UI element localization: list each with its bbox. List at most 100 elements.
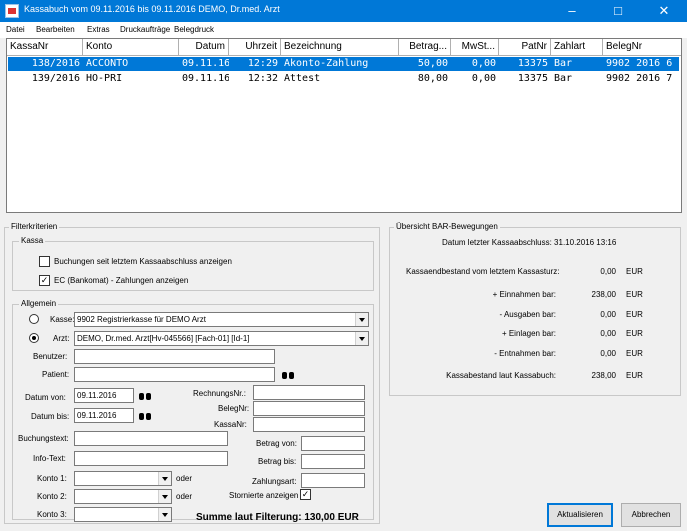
rechnungsnr-input[interactable] — [253, 385, 365, 400]
kassanr-label: KassaNr: — [214, 420, 247, 429]
overview-currency: EUR — [626, 267, 643, 276]
arzt-select[interactable]: DEMO, Dr.med. Arzt[Hv-045566] [Fach-01] … — [74, 331, 369, 346]
konto3-label: Konto 3: — [37, 510, 67, 519]
table-cell: Bar — [554, 73, 573, 84]
arzt-radio[interactable] — [29, 333, 39, 343]
binoculars-icon[interactable] — [139, 411, 151, 421]
overview-label: + Einnahmen bar: — [492, 290, 556, 299]
column-header-datum[interactable]: Datum — [179, 39, 229, 56]
overview-value: 0,00 — [600, 267, 616, 276]
patient-input[interactable] — [74, 367, 275, 382]
binoculars-icon[interactable] — [139, 391, 151, 401]
binoculars-icon[interactable] — [282, 370, 294, 380]
close-button[interactable]: ✕ — [641, 0, 687, 22]
overview-label: - Entnahmen bar: — [494, 349, 556, 358]
kasse-select[interactable]: 9902 Registrierkasse für DEMO Arzt — [74, 312, 369, 327]
benutzer-label: Benutzer: — [33, 352, 68, 361]
table-cell: 138/2016 — [31, 58, 80, 69]
kassa-group-title: Kassa — [19, 236, 46, 245]
column-header-zahlart[interactable]: Zahlart — [551, 39, 603, 56]
overview-currency: EUR — [626, 329, 643, 338]
minimize-button[interactable]: – — [549, 0, 595, 22]
overview-currency: EUR — [626, 310, 643, 319]
menu-datei[interactable]: Datei — [6, 25, 25, 34]
table-cell: 0,00 — [471, 73, 496, 84]
betrag-von-input[interactable] — [301, 436, 365, 451]
oder2-label: oder — [176, 492, 193, 501]
filter-group-title: Filterkriterien — [9, 222, 60, 231]
stornierte-checkbox[interactable]: ✓ — [300, 489, 311, 500]
summe-label: Summe laut Filterung: 130,00 EUR — [196, 512, 359, 523]
benutzer-input[interactable] — [74, 349, 275, 364]
infotext-label: Info-Text: — [33, 454, 66, 463]
maximize-button[interactable]: □ — [595, 0, 641, 22]
menu-belegdruck[interactable]: Belegdruck — [174, 25, 214, 34]
app-icon — [5, 4, 19, 18]
table-cell: 13375 — [517, 58, 548, 69]
ec-checkbox[interactable]: ✓ — [39, 275, 50, 286]
kasse-select-value: 9902 Registrierkasse für DEMO Arzt — [77, 315, 206, 324]
kasse-radio[interactable] — [29, 314, 39, 324]
seit-abschluss-label: Buchungen seit letztem Kassaabschluss an… — [54, 257, 232, 266]
betrag-bis-input[interactable] — [301, 454, 365, 469]
table-cell: 13375 — [517, 73, 548, 84]
table-cell: 0,00 — [471, 58, 496, 69]
datum-bis-input[interactable]: 09.11.2016 — [74, 408, 134, 423]
datum-von-label: Datum von: — [25, 393, 66, 402]
table-cell: Akonto-Zahlung — [284, 58, 369, 69]
overview-currency: EUR — [626, 290, 643, 299]
column-header-mwst[interactable]: MwSt... — [451, 39, 499, 56]
column-header-belegnr[interactable]: BelegNr — [603, 39, 681, 56]
belegnr-label: BelegNr: — [218, 404, 250, 413]
overview-value: 238,00 — [591, 371, 616, 380]
arzt-select-value: DEMO, Dr.med. Arzt[Hv-045566] [Fach-01] … — [77, 334, 250, 343]
abbrechen-button[interactable]: Abbrechen — [621, 503, 681, 527]
column-header-betrag[interactable]: Betrag... — [399, 39, 451, 56]
konto3-select[interactable] — [74, 507, 172, 522]
konto2-select[interactable] — [74, 489, 172, 504]
arzt-label: Arzt: — [53, 334, 70, 343]
kassanr-input[interactable] — [253, 417, 365, 432]
title-bar: Kassabuch vom 09.11.2016 bis 09.11.2016 … — [0, 0, 687, 22]
column-header-uhrzeit[interactable]: Uhrzeit — [229, 39, 281, 56]
chevron-down-icon — [355, 313, 368, 326]
seit-abschluss-checkbox[interactable] — [39, 256, 50, 267]
column-header-konto[interactable]: Konto — [83, 39, 179, 56]
column-header-bezeichnung[interactable]: Bezeichnung — [281, 39, 399, 56]
column-header-kassanr[interactable]: KassaNr — [7, 39, 83, 56]
menu-druckauftraege[interactable]: Druckaufträge — [120, 25, 170, 34]
table-cell: 12:32 — [247, 73, 278, 84]
stornierte-label: Stornierte anzeigen — [229, 491, 299, 500]
menu-extras[interactable]: Extras — [87, 25, 110, 34]
last-closing-label: Datum letzter Kassaabschluss: 31.10.2016… — [442, 238, 617, 247]
overview-label: Kassabestand laut Kassabuch: — [446, 371, 556, 380]
menu-bearbeiten[interactable]: Bearbeiten — [36, 25, 75, 34]
overview-currency: EUR — [626, 349, 643, 358]
menu-bar: Datei Bearbeiten Extras Druckaufträge Be… — [0, 22, 687, 38]
table-cell: 80,00 — [417, 73, 448, 84]
betrag-bis-label: Betrag bis: — [258, 457, 297, 466]
allgemein-group-title: Allgemein — [19, 299, 59, 308]
chevron-down-icon — [355, 332, 368, 345]
overview-group-title: Übersicht BAR-Bewegungen — [394, 222, 500, 231]
column-header-patnr[interactable]: PatNr — [499, 39, 551, 56]
belegnr-input[interactable] — [253, 401, 365, 416]
patient-label: Patient: — [42, 370, 70, 379]
table-cell: ACCONTO — [86, 58, 129, 69]
konto1-select[interactable] — [74, 471, 172, 486]
datum-von-input[interactable]: 09.11.2016 — [74, 388, 134, 403]
kassabuch-table[interactable]: KassaNr Konto Datum Uhrzeit Bezeichnung … — [6, 38, 682, 213]
zahlungsart-label: Zahlungsart: — [252, 477, 297, 486]
buchungstext-label: Buchungstext: — [18, 434, 69, 443]
rechnungsnr-label: RechnungsNr.: — [193, 389, 246, 398]
aktualisieren-button[interactable]: Aktualisieren — [547, 503, 613, 527]
buchungstext-input[interactable] — [74, 431, 228, 446]
overview-value: 0,00 — [600, 349, 616, 358]
zahlungsart-input[interactable] — [301, 473, 365, 488]
infotext-input[interactable] — [74, 451, 228, 466]
overview-label: Kassaendbestand vom letztem Kassasturz: — [406, 267, 560, 276]
kasse-label: Kasse: — [50, 315, 75, 324]
table-cell: 09.11.16 — [182, 73, 229, 84]
oder1-label: oder — [176, 474, 193, 483]
table-cell: 12:29 — [247, 58, 278, 69]
